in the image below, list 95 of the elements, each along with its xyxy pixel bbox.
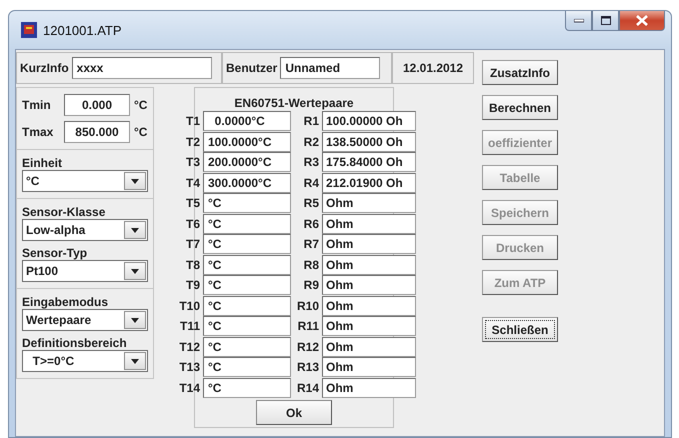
resistance-field[interactable]: Ohm xyxy=(322,275,416,296)
r-label: R9 xyxy=(302,278,320,292)
t-label: T12 xyxy=(178,340,201,354)
r-label: R2 xyxy=(302,134,320,149)
temperature-field[interactable]: °C xyxy=(203,357,291,378)
window-title: 1201001.ATP xyxy=(43,22,122,38)
field-label: Sensor-Klasse xyxy=(22,205,106,219)
temperature-field[interactable]: °C xyxy=(203,316,291,336)
app-icon xyxy=(21,22,37,38)
maximize-icon xyxy=(600,16,610,25)
dropdown-arrow-icon xyxy=(131,228,139,232)
t-label: T9 xyxy=(184,278,201,292)
kurzinfo-label: KurzInfo xyxy=(20,61,69,75)
resistance-field[interactable]: 212.01900 Oh xyxy=(322,172,416,193)
kurzinfo-field[interactable]: xxxx xyxy=(72,57,212,79)
unit-label: °C xyxy=(134,125,148,139)
t-label: T10 xyxy=(178,298,201,313)
temperature-field[interactable]: 300.0000°C xyxy=(203,172,291,193)
temperature-field[interactable]: °C xyxy=(203,234,291,254)
dropdown[interactable]: °C xyxy=(22,170,148,192)
unit-label: °C xyxy=(134,98,148,112)
temperature-field[interactable]: °C xyxy=(203,275,291,296)
field-label: Sensor-Typ xyxy=(22,246,88,260)
t-label: T6 xyxy=(184,216,201,231)
dropdown-arrow-icon xyxy=(131,358,139,364)
dropdown[interactable]: Low-alpha xyxy=(22,219,148,241)
dropdown-arrow-icon xyxy=(131,268,139,274)
resistance-field[interactable]: Ohm xyxy=(322,316,416,336)
field-label: Eingabemodus xyxy=(22,295,110,309)
ok-button[interactable]: Ok xyxy=(256,400,332,425)
resistance-field[interactable]: Ohm xyxy=(322,214,416,234)
resistance-field[interactable]: 100.00000 Oh xyxy=(322,111,416,132)
t-label: T8 xyxy=(184,258,201,272)
t-label: T3 xyxy=(184,155,201,170)
r-label: R7 xyxy=(302,237,320,252)
action-button[interactable]: Berechnen xyxy=(482,95,558,120)
close-icon xyxy=(636,15,648,26)
resistance-field[interactable]: Ohm xyxy=(322,296,416,316)
benutzer-field[interactable]: Unnamed xyxy=(280,57,380,79)
pairs-title: EN60751-Wertepaare xyxy=(234,96,354,110)
t-label: T2 xyxy=(184,134,201,149)
resistance-field[interactable]: Ohm xyxy=(322,193,416,214)
t-label: T14 xyxy=(178,380,201,395)
field-label: Definitionsbereich xyxy=(22,336,128,350)
range-field[interactable]: 0.000 xyxy=(64,94,130,116)
field-label: Einheit xyxy=(22,156,64,170)
resistance-field[interactable]: Ohm xyxy=(322,357,416,378)
maximize-button[interactable] xyxy=(592,11,619,31)
r-label: R12 xyxy=(296,340,320,354)
r-label: R13 xyxy=(296,360,320,374)
dropdown-arrow-icon xyxy=(131,178,139,184)
r-label: R8 xyxy=(302,258,320,272)
r-label: R6 xyxy=(302,216,320,231)
temperature-field[interactable]: °C xyxy=(203,193,291,214)
t-label: T4 xyxy=(184,176,201,190)
r-label: R11 xyxy=(296,319,320,334)
benutzer-label: Benutzer xyxy=(226,61,278,75)
r-label: R14 xyxy=(296,380,320,395)
minimize-icon xyxy=(574,18,584,22)
temperature-field[interactable]: °C xyxy=(203,214,291,234)
t-label: T1 xyxy=(184,114,201,128)
resistance-field[interactable]: Ohm xyxy=(322,234,416,254)
minimize-button[interactable] xyxy=(565,11,592,31)
temperature-field[interactable]: °C xyxy=(203,254,291,275)
temperature-field[interactable]: 200.0000°C xyxy=(203,152,291,172)
r-label: R5 xyxy=(302,196,320,210)
r-label: R3 xyxy=(302,155,320,170)
dropdown-arrow-icon xyxy=(131,318,139,322)
t-label: T5 xyxy=(184,196,201,210)
r-label: R4 xyxy=(302,176,320,190)
t-label: T7 xyxy=(184,237,201,252)
resistance-field[interactable]: 175.84000 Oh xyxy=(322,152,416,172)
r-label: R10 xyxy=(296,298,320,313)
action-button[interactable]: ZusatzInfo xyxy=(482,60,558,85)
temperature-field[interactable]: °C xyxy=(203,378,291,398)
range-label: Tmax xyxy=(22,125,54,139)
temperature-field[interactable]: 100.0000°C xyxy=(203,132,291,152)
temperature-field[interactable]: °C xyxy=(203,336,291,357)
action-button[interactable]: Schließen xyxy=(482,317,558,342)
range-label: Tmin xyxy=(22,98,52,112)
resistance-field[interactable]: 138.50000 Oh xyxy=(322,132,416,152)
r-label: R1 xyxy=(302,114,320,128)
dropdown[interactable]: Wertepaare xyxy=(22,309,148,331)
range-field[interactable]: 850.000 xyxy=(64,121,130,143)
dropdown[interactable]: Pt100 xyxy=(22,260,148,282)
t-label: T11 xyxy=(178,319,201,334)
resistance-field[interactable]: Ohm xyxy=(322,254,416,275)
resistance-field[interactable]: Ohm xyxy=(322,378,416,398)
resistance-field[interactable]: Ohm xyxy=(322,336,416,357)
close-button[interactable] xyxy=(619,11,665,31)
temperature-field[interactable]: 0.0000°C xyxy=(203,111,291,132)
dropdown[interactable]: T>=0°C xyxy=(22,350,148,372)
temperature-field[interactable]: °C xyxy=(203,296,291,316)
t-label: T13 xyxy=(178,360,201,374)
date-text: 12.01.2012 xyxy=(402,61,464,75)
